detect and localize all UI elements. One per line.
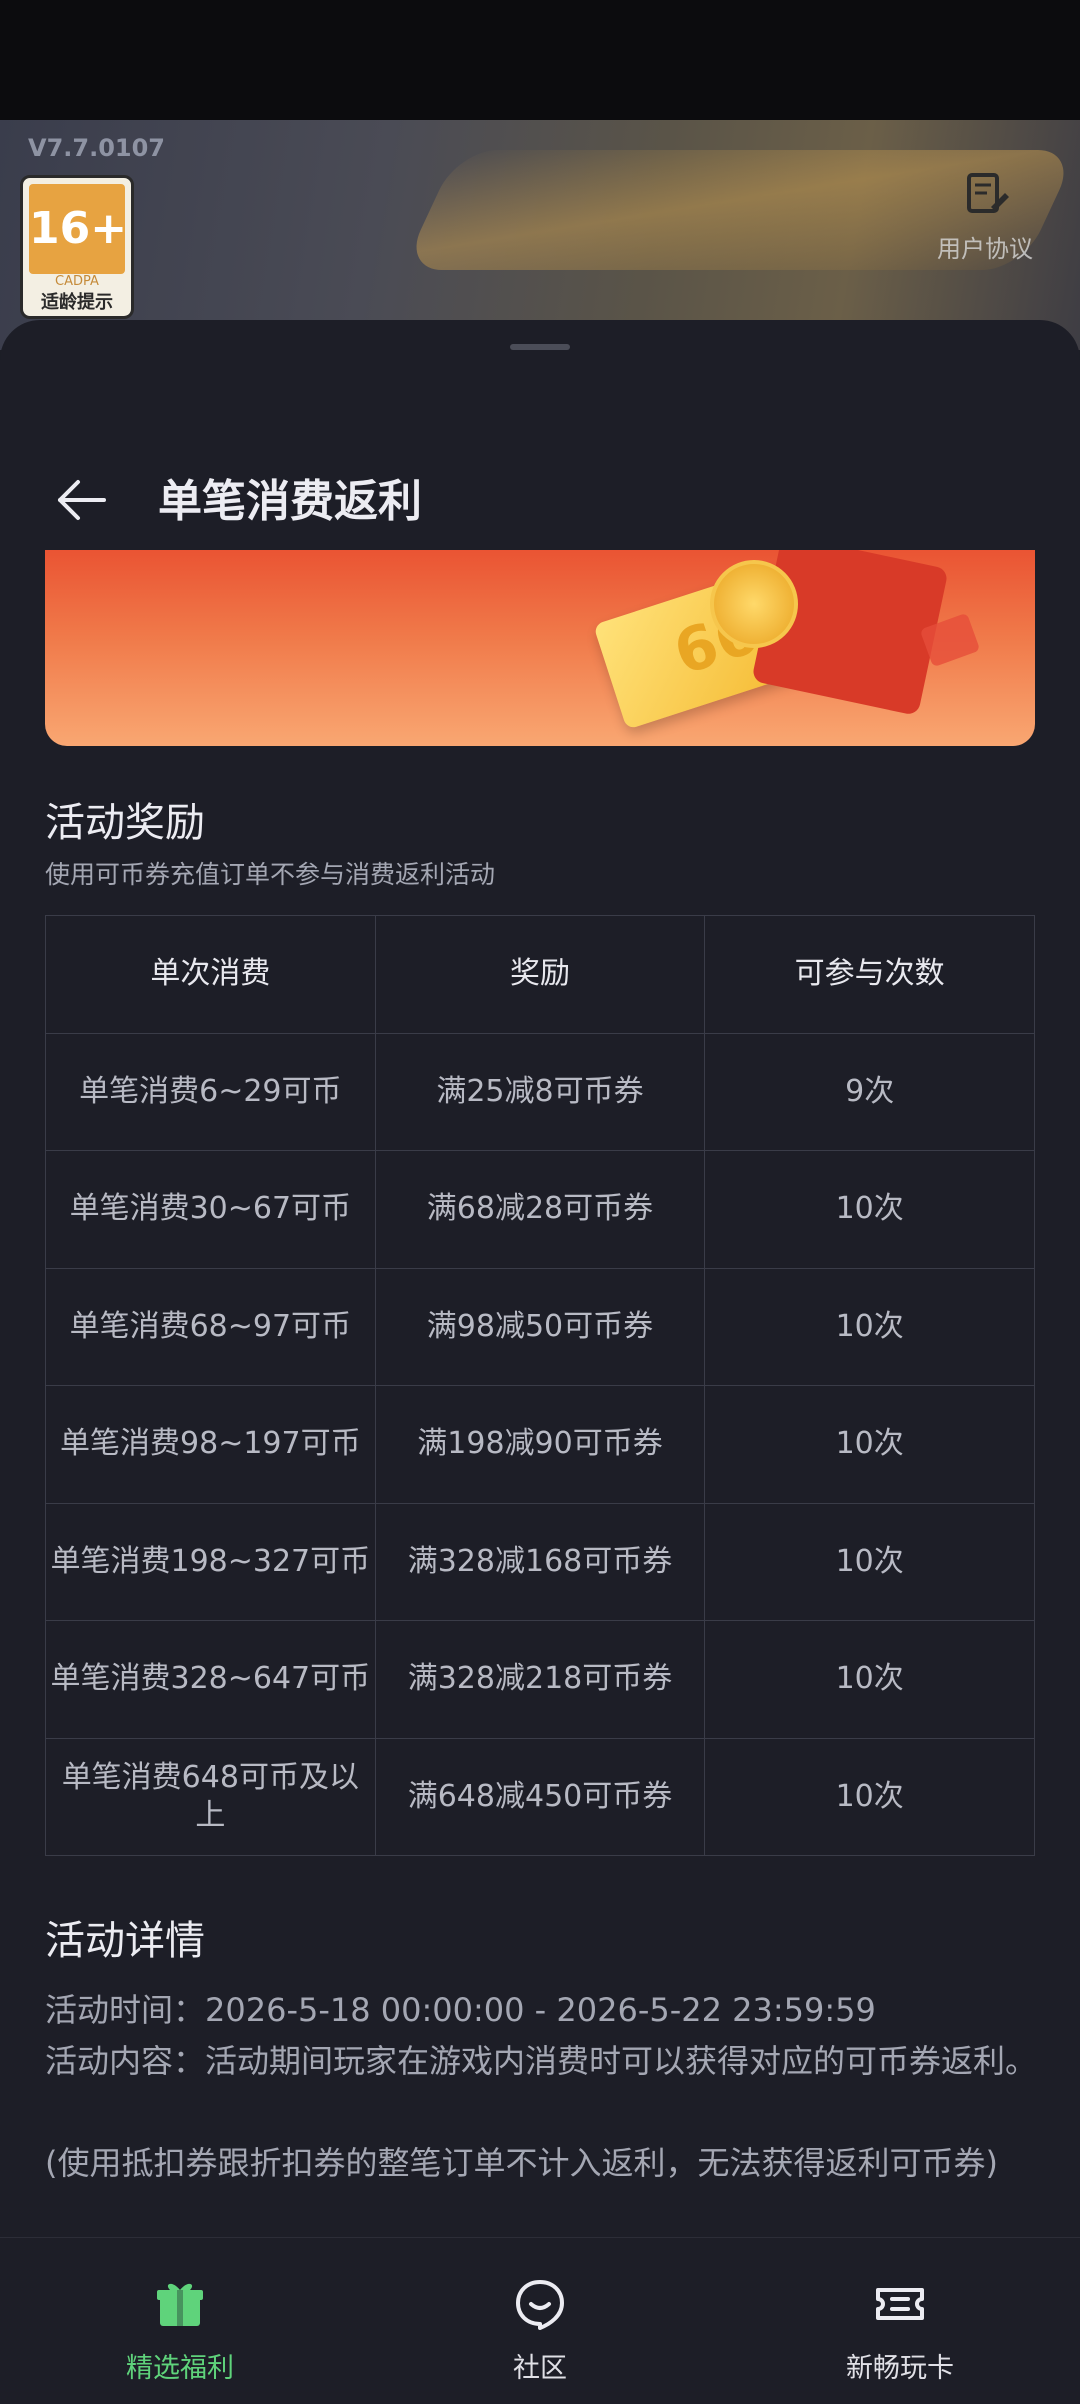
bottom-sheet: 单笔消费返利 666 活动奖励 使用可币券充值订单不参与消费返利活动 单次消费 …	[0, 320, 1080, 2403]
table-cell: 9次	[704, 1032, 1035, 1151]
table-cell: 10次	[704, 1385, 1035, 1504]
table-cell: 满328减168可币券	[374, 1502, 706, 1621]
rewards-section-title: 活动奖励	[45, 800, 205, 846]
age-rating-badge[interactable]: 16+ CADPA 适龄提示	[20, 175, 134, 319]
table-row: 单笔消费30~67可币 满68减28可币券 10次	[45, 1150, 1035, 1269]
table-cell: 满25减8可币券	[374, 1032, 706, 1151]
tab-label: 新畅玩卡	[846, 2353, 954, 2384]
table-cell: 单笔消费328~647可币	[45, 1620, 376, 1739]
table-cell: 单笔消费198~327可币	[45, 1502, 376, 1621]
table-cell: 10次	[704, 1620, 1035, 1739]
activity-note: (使用抵扣券跟折扣券的整笔订单不计入返利，无法获得返利可币券)	[45, 2144, 998, 2182]
version-label: V7.7.0107	[28, 134, 166, 162]
table-cell: 单笔消费6~29可币	[45, 1032, 376, 1151]
table-row: 单笔消费198~327可币 满328减168可币券 10次	[45, 1502, 1035, 1621]
coin-illustration	[710, 560, 798, 648]
details-section-title: 活动详情	[45, 1918, 205, 1964]
back-arrow-icon[interactable]	[52, 470, 112, 530]
table-cell: 满98减50可币券	[374, 1267, 706, 1386]
table-cell: 10次	[704, 1737, 1035, 1856]
column-header: 单次消费	[45, 915, 376, 1034]
table-cell: 10次	[704, 1267, 1035, 1386]
activity-time: 活动时间：2026-5-18 00:00:00 - 2026-5-22 23:5…	[45, 1991, 876, 2029]
table-row: 单笔消费328~647可币 满328减218可币券 10次	[45, 1620, 1035, 1739]
agreement-label: 用户协议	[937, 235, 1033, 263]
table-cell: 满68减28可币券	[374, 1150, 706, 1269]
gift-icon	[157, 2283, 203, 2326]
age-rating-tip: 适龄提示	[41, 292, 113, 313]
community-icon	[516, 2280, 564, 2330]
age-rating-number: 16+	[29, 184, 127, 274]
table-row: 单笔消费98~197可币 满198减90可币券 10次	[45, 1385, 1035, 1504]
table-row: 单笔消费6~29可币 满25减8可币券 9次	[45, 1032, 1035, 1151]
table-cell: 单笔消费648可币及以上	[45, 1737, 376, 1856]
activity-content: 活动内容：活动期间玩家在游戏内消费时可以获得对应的可币券返利。	[45, 2042, 1038, 2080]
table-cell: 单笔消费68~97可币	[45, 1267, 376, 1386]
column-header: 可参与次数	[704, 915, 1035, 1034]
tab-featured-benefits[interactable]: 精选福利	[0, 2238, 360, 2404]
table-cell: 单笔消费30~67可币	[45, 1150, 376, 1269]
tab-new-play-card[interactable]: 新畅玩卡	[720, 2238, 1080, 2404]
rewards-section-subtitle: 使用可币券充值订单不参与消费返利活动	[45, 860, 496, 889]
sheet-drag-handle[interactable]	[510, 344, 570, 350]
table-header-row: 单次消费 奖励 可参与次数	[45, 915, 1035, 1034]
table-cell: 10次	[704, 1502, 1035, 1621]
tab-label: 精选福利	[126, 2353, 234, 2384]
user-agreement-button[interactable]: 用户协议	[920, 165, 1050, 275]
tab-community[interactable]: 社区	[360, 2238, 720, 2404]
agreement-icon	[967, 173, 1009, 213]
status-bar	[0, 0, 1080, 120]
table-cell: 满198减90可币券	[374, 1385, 706, 1504]
bottom-tab-bar: 精选福利 社区 新畅玩卡	[0, 2237, 1080, 2404]
table-cell: 10次	[704, 1150, 1035, 1269]
page-title: 单笔消费返利	[158, 476, 422, 527]
tab-label: 社区	[513, 2353, 567, 2384]
table-cell: 满328减218可币券	[374, 1620, 706, 1739]
rewards-table: 单次消费 奖励 可参与次数 单笔消费6~29可币 满25减8可币券 9次 单笔消…	[45, 915, 1035, 1856]
age-rating-org: CADPA	[55, 274, 99, 289]
column-header: 奖励	[374, 915, 706, 1034]
promo-banner: 666	[45, 550, 1035, 746]
table-cell: 满648减450可币券	[374, 1737, 706, 1856]
ticket-icon	[876, 2288, 924, 2320]
table-row: 单笔消费648可币及以上 满648减450可币券 10次	[45, 1737, 1035, 1856]
table-cell: 单笔消费98~197可币	[45, 1385, 376, 1504]
table-row: 单笔消费68~97可币 满98减50可币券 10次	[45, 1267, 1035, 1386]
